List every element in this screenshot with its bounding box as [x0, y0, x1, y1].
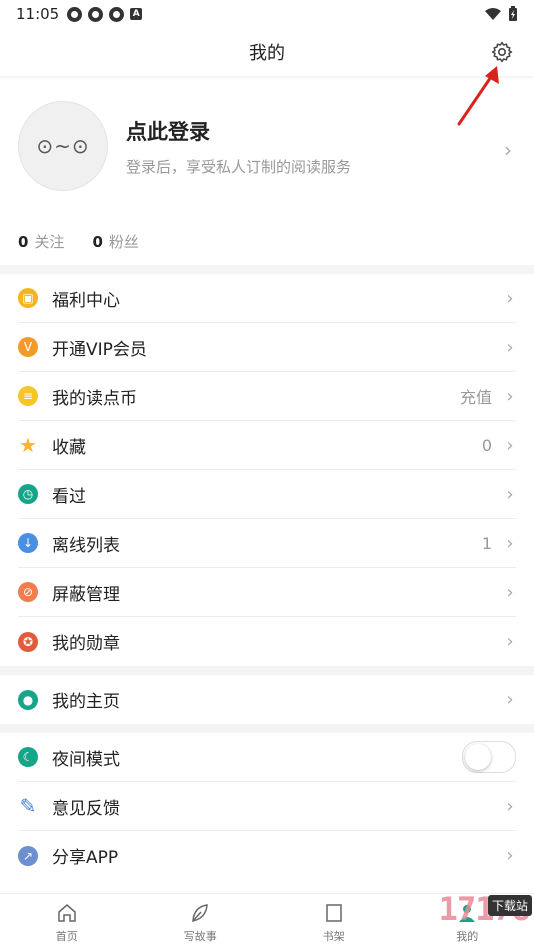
menu-section-main: ▣福利中心›V开通VIP会员›≡我的读点币充值›★收藏0›◷看过›↓离线列表1›…: [0, 274, 534, 666]
section-divider: [0, 724, 534, 733]
notification-a-icon: A: [130, 8, 142, 20]
chevron-right-icon: ›: [504, 631, 516, 652]
menu-item-label: 开通VIP会员: [52, 335, 504, 360]
menu-item-gift[interactable]: ▣ 福利中心›: [18, 274, 516, 323]
chevron-right-icon: ›: [504, 386, 516, 407]
menu-item-label: 看过: [52, 482, 504, 507]
chevron-right-icon: ›: [504, 845, 516, 866]
notification-icon: [67, 7, 82, 22]
menu-item-label: 屏蔽管理: [52, 580, 504, 605]
followers-stat[interactable]: 0粉丝: [92, 231, 138, 252]
tab-label: 书架: [323, 928, 345, 944]
block-icon: ⊘: [18, 582, 38, 602]
book-icon: [322, 901, 346, 925]
chevron-right-icon: ›: [504, 288, 516, 309]
notification-icon: [88, 7, 103, 22]
login-button[interactable]: 点此登录: [126, 116, 210, 146]
menu-item-download[interactable]: ↓ 离线列表1 ›: [18, 519, 516, 568]
tab-leaf[interactable]: 写故事: [134, 894, 268, 951]
menu-item-person[interactable]: ● 我的主页›: [18, 675, 516, 724]
avatar-face: ⊙~⊙: [36, 134, 89, 158]
login-subtitle: 登录后，享受私人订制的阅读服务: [126, 156, 351, 177]
settings-gear-icon[interactable]: [490, 40, 514, 64]
tab-label: 我的: [456, 928, 478, 944]
menu-item-block[interactable]: ⊘ 屏蔽管理›: [18, 568, 516, 617]
person-icon: ●: [18, 690, 38, 710]
pen-icon: ✎: [18, 796, 38, 816]
profile-section[interactable]: ⊙~⊙ 点此登录 登录后，享受私人订制的阅读服务 › 0关注 0粉丝: [0, 76, 534, 266]
avatar[interactable]: ⊙~⊙: [18, 101, 108, 191]
menu-item-label: 福利中心: [52, 286, 504, 311]
menu-item-pen[interactable]: ✎ 意见反馈›: [18, 782, 516, 831]
section-divider: [0, 666, 534, 675]
profile-stats: 0关注 0粉丝: [18, 231, 139, 252]
tab-label: 首页: [56, 928, 78, 944]
title-bar: 我的: [0, 28, 534, 76]
menu-section-settings: ☾夜间模式✎意见反馈›↗分享APP›: [0, 733, 534, 880]
section-divider: [0, 265, 534, 274]
download-icon: ↓: [18, 533, 38, 553]
menu-item-label: 收藏: [52, 433, 482, 458]
vip-icon: V: [18, 337, 38, 357]
following-stat[interactable]: 0关注: [18, 231, 64, 252]
chevron-right-icon: ›: [504, 337, 516, 358]
share-icon: ↗: [18, 846, 38, 866]
menu-item-coin[interactable]: ≡ 我的读点币充值 ›: [18, 372, 516, 421]
menu-item-star[interactable]: ★ 收藏0 ›: [18, 421, 516, 470]
menu-item-moon[interactable]: ☾ 夜间模式: [18, 733, 516, 782]
tab-label: 写故事: [184, 928, 217, 944]
clock-icon: ◷: [18, 484, 38, 504]
watermark-tag: 下载站: [488, 895, 532, 916]
coin-icon: ≡: [18, 386, 38, 406]
status-bar: 11:05 A: [0, 0, 534, 28]
menu-item-clock[interactable]: ◷ 看过›: [18, 470, 516, 519]
home-icon: [55, 901, 79, 925]
leaf-icon: [188, 901, 212, 925]
page-title: 我的: [249, 39, 285, 65]
chevron-right-icon: ›: [504, 484, 516, 505]
menu-section-home: ● 我的主页›: [0, 675, 534, 724]
chevron-right-icon: ›: [504, 796, 516, 817]
gift-icon: ▣: [18, 288, 38, 308]
menu-item-label: 我的读点币: [52, 384, 460, 409]
menu-item-vip[interactable]: V 开通VIP会员›: [18, 323, 516, 372]
menu-item-label: 我的勋章: [52, 629, 504, 654]
menu-item-label: 夜间模式: [52, 745, 462, 770]
menu-item-label: 分享APP: [52, 843, 504, 868]
menu-item-label: 离线列表: [52, 531, 482, 556]
chevron-right-icon: ›: [504, 582, 516, 603]
chevron-right-icon: ›: [504, 533, 516, 554]
menu-item-value: 充值: [460, 384, 492, 408]
battery-icon: [508, 6, 518, 22]
tab-book[interactable]: 书架: [267, 894, 401, 951]
night-mode-toggle[interactable]: [462, 741, 516, 773]
tab-home[interactable]: 首页: [0, 894, 134, 951]
menu-item-label: 意见反馈: [52, 794, 504, 819]
star-icon: ★: [18, 435, 38, 455]
menu-item-share[interactable]: ↗ 分享APP›: [18, 831, 516, 880]
menu-item-label: 我的主页: [52, 687, 504, 712]
menu-item-value: 1: [482, 534, 492, 553]
notification-icon: [109, 7, 124, 22]
status-time: 11:05: [16, 5, 59, 23]
medal-icon: ✪: [18, 632, 38, 652]
wifi-icon: [484, 7, 502, 21]
menu-item-medal[interactable]: ✪ 我的勋章›: [18, 617, 516, 666]
chevron-right-icon: ›: [504, 138, 512, 162]
chevron-right-icon: ›: [504, 435, 516, 456]
moon-icon: ☾: [18, 747, 38, 767]
chevron-right-icon: ›: [504, 689, 516, 710]
menu-item-value: 0: [482, 436, 492, 455]
